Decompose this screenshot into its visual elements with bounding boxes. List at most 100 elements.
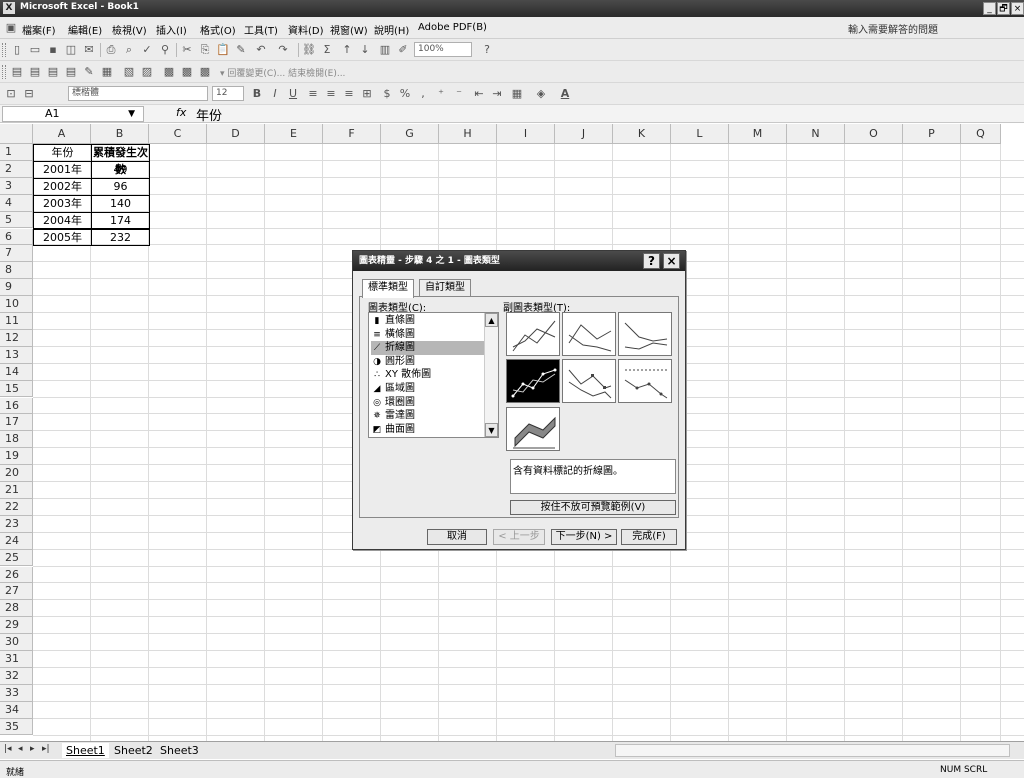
- column-header[interactable]: K: [613, 124, 671, 144]
- review-icon[interactable]: ▤: [28, 65, 42, 79]
- track-icon[interactable]: ▩: [162, 65, 176, 79]
- column-header[interactable]: F: [323, 124, 381, 144]
- column-header[interactable]: N: [787, 124, 845, 144]
- subtype-stacked-line[interactable]: [562, 312, 616, 356]
- column-header[interactable]: D: [207, 124, 265, 144]
- chart-type-item[interactable]: ⟋ 折線圖: [371, 341, 484, 356]
- row-header[interactable]: 31: [0, 651, 33, 668]
- row-header[interactable]: 23: [0, 515, 33, 533]
- table-cell[interactable]: 49: [91, 160, 150, 179]
- column-header[interactable]: C: [149, 124, 207, 144]
- last-sheet-icon[interactable]: ▸|: [42, 744, 50, 754]
- spelling-icon[interactable]: ✓: [140, 43, 154, 57]
- fill-color-icon[interactable]: ◈: [534, 87, 548, 101]
- row-header[interactable]: 35: [0, 718, 33, 736]
- column-header[interactable]: A: [33, 124, 91, 144]
- row-header[interactable]: 8: [0, 262, 33, 280]
- comment-icon[interactable]: ✎: [82, 65, 96, 79]
- menu-insert[interactable]: 插入(I): [156, 22, 187, 37]
- subtype-line-with-markers[interactable]: [506, 359, 560, 403]
- hyperlink-icon[interactable]: ⛓: [302, 43, 316, 57]
- toolbar-icon[interactable]: ⊡: [4, 87, 18, 101]
- track-icon[interactable]: ▨: [140, 65, 154, 79]
- increase-indent-icon[interactable]: ⇥: [490, 87, 504, 101]
- column-header[interactable]: J: [555, 124, 613, 144]
- list-scrollbar[interactable]: ▲ ▼: [484, 313, 498, 437]
- permission-icon[interactable]: ◫: [64, 43, 78, 57]
- menu-data[interactable]: 資料(D): [288, 22, 324, 37]
- table-cell[interactable]: 2004年: [33, 211, 92, 230]
- comma-icon[interactable]: ,: [416, 87, 430, 101]
- finish-button[interactable]: 完成(F): [621, 529, 677, 545]
- name-box[interactable]: A1 ▼: [2, 106, 144, 122]
- subtype-100-stacked-line[interactable]: [618, 312, 672, 356]
- chart-type-item[interactable]: ∴ XY 散佈圖: [371, 368, 484, 382]
- row-header[interactable]: 3: [0, 177, 33, 195]
- row-header[interactable]: 11: [0, 313, 33, 330]
- subtype-100-stacked-line-markers[interactable]: [618, 359, 672, 403]
- row-header[interactable]: 19: [0, 448, 33, 466]
- increase-decimal-icon[interactable]: ⁺: [434, 87, 448, 101]
- row-header[interactable]: 20: [0, 465, 33, 482]
- chart-type-list[interactable]: ▮ 直條圖 ≡ 橫條圖 ⟋ 折線圖 ◑ 圓形圖 ∴ XY 散佈圖 ◢ 區域圖 ◎ 環圈圖 ✵ 雷達圖 ◩ 曲面圖 …: [368, 312, 499, 438]
- review-icon[interactable]: ▤: [10, 65, 24, 79]
- row-header[interactable]: 12: [0, 329, 33, 347]
- underline-icon[interactable]: U: [286, 87, 300, 101]
- chart-type-item[interactable]: ◢ 區域圖: [371, 382, 484, 396]
- minimize-button[interactable]: _: [983, 2, 996, 15]
- dialog-close-button[interactable]: ×: [663, 253, 680, 269]
- menu-format[interactable]: 格式(O): [200, 22, 236, 37]
- column-header[interactable]: Q: [961, 124, 1001, 144]
- scroll-up-icon[interactable]: ▲: [485, 313, 498, 327]
- insert-function-icon[interactable]: fx: [176, 106, 186, 119]
- row-header[interactable]: 29: [0, 617, 33, 635]
- dialog-help-button[interactable]: ?: [643, 253, 660, 269]
- track-icon[interactable]: ▩: [198, 65, 212, 79]
- undo-icon[interactable]: ↶: [254, 43, 268, 57]
- row-header[interactable]: 14: [0, 363, 33, 381]
- sort-descending-icon[interactable]: ↓: [358, 43, 372, 57]
- preview-sample-button[interactable]: 按住不放可預覽範例(V): [510, 500, 676, 515]
- next-sheet-icon[interactable]: ▸: [30, 744, 35, 754]
- first-sheet-icon[interactable]: |◂: [4, 744, 12, 754]
- align-left-icon[interactable]: ≡: [306, 87, 320, 101]
- toolbar-grip[interactable]: [2, 43, 6, 57]
- menu-file[interactable]: 檔案(F): [22, 22, 56, 37]
- print-icon[interactable]: ⎙: [104, 43, 118, 57]
- menu-help[interactable]: 說明(H): [374, 22, 409, 37]
- tab-custom-types[interactable]: 自訂類型: [419, 279, 471, 297]
- align-center-icon[interactable]: ≡: [324, 87, 338, 101]
- column-header[interactable]: L: [671, 124, 729, 144]
- drawing-icon[interactable]: ✐: [396, 43, 410, 57]
- table-cell[interactable]: 2002年: [33, 177, 92, 196]
- merge-center-icon[interactable]: ⊞: [360, 87, 374, 101]
- row-header[interactable]: 2: [0, 160, 33, 178]
- chart-type-item[interactable]: ◩ 曲面圖: [371, 423, 484, 437]
- track-icon[interactable]: ▧: [122, 65, 136, 79]
- table-cell[interactable]: 2005年: [33, 228, 92, 247]
- chart-wizard-icon[interactable]: ▥: [378, 43, 392, 57]
- next-button[interactable]: 下一步(N) >: [551, 529, 617, 545]
- table-header-cell[interactable]: 累積發生次數: [91, 144, 150, 176]
- print-preview-icon[interactable]: ⌕: [122, 43, 136, 57]
- menu-window[interactable]: 視窗(W): [330, 22, 368, 37]
- row-header[interactable]: 30: [0, 634, 33, 651]
- row-header[interactable]: 13: [0, 346, 33, 364]
- scroll-down-icon[interactable]: ▼: [485, 423, 498, 437]
- autosum-icon[interactable]: Σ: [320, 43, 334, 57]
- open-icon[interactable]: ▭: [28, 43, 42, 57]
- review-icon[interactable]: ▤: [46, 65, 60, 79]
- row-header[interactable]: 5: [0, 211, 33, 229]
- copy-icon[interactable]: ⎘: [198, 43, 212, 57]
- dialog-title-bar[interactable]: 圖表精靈 - 步驟 4 之 1 - 圖表類型: [353, 251, 685, 271]
- italic-icon[interactable]: I: [268, 87, 282, 101]
- subtype-line[interactable]: [506, 312, 560, 356]
- select-all-corner[interactable]: [0, 124, 33, 144]
- toolbar-icon[interactable]: ⊟: [22, 87, 36, 101]
- zoom-select[interactable]: 100%: [414, 42, 472, 57]
- chevron-down-icon[interactable]: ▼: [128, 107, 135, 121]
- table-header-cell[interactable]: 年份: [33, 144, 92, 162]
- save-icon[interactable]: ▪: [46, 43, 60, 57]
- redo-icon[interactable]: ↷: [276, 43, 290, 57]
- cut-icon[interactable]: ✂: [180, 43, 194, 57]
